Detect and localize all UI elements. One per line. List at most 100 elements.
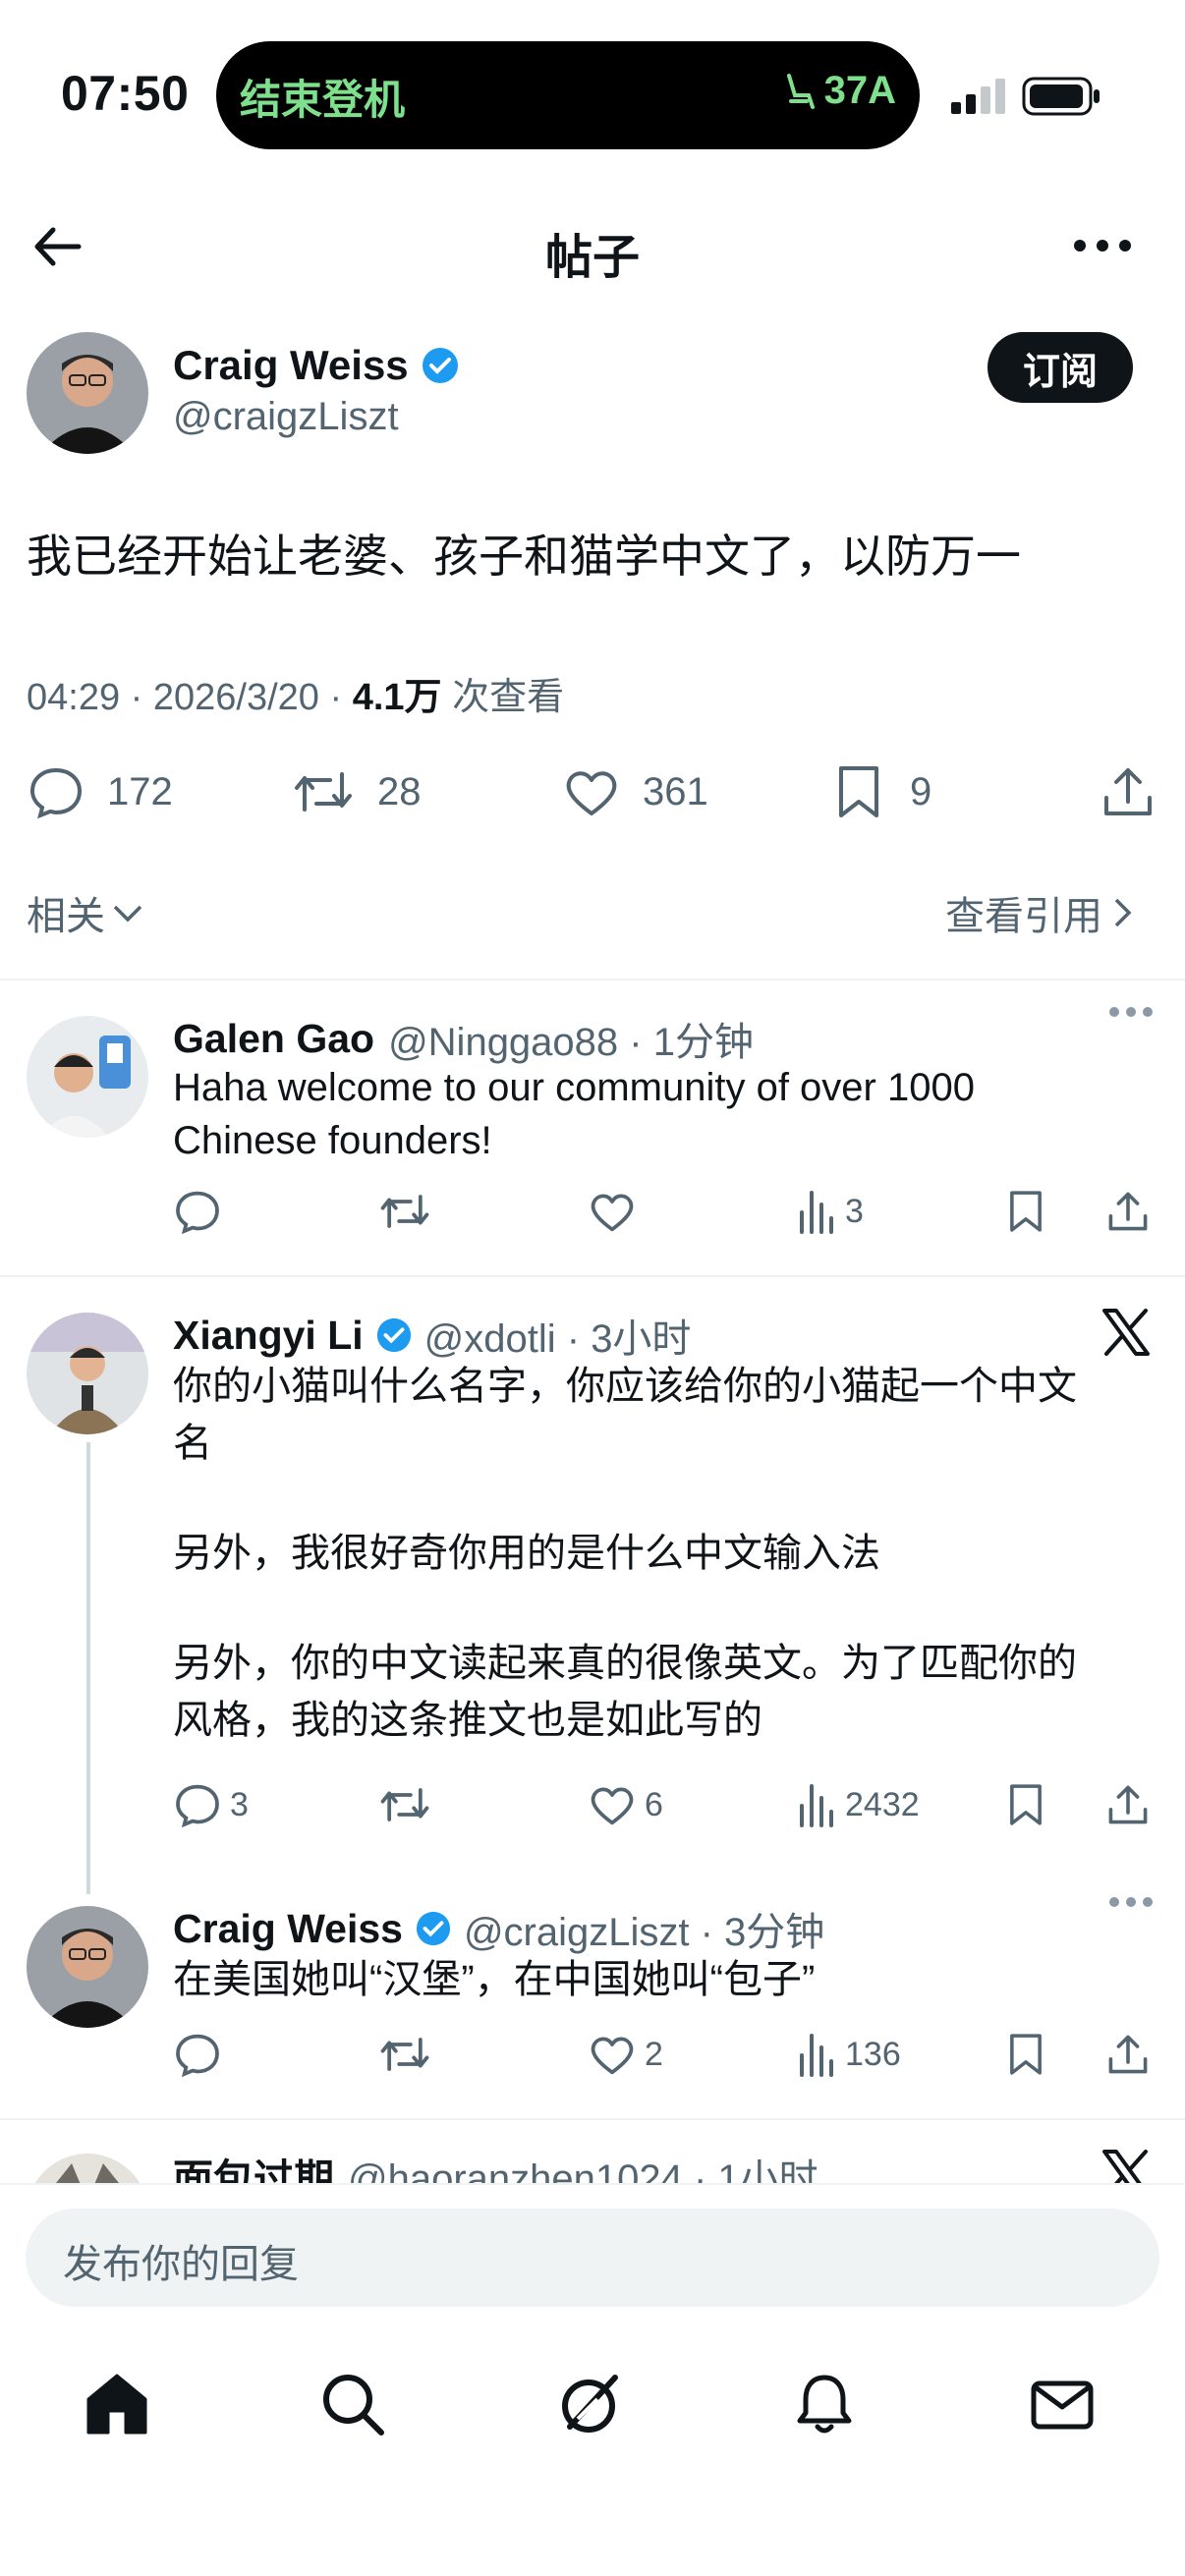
bookmark-stat[interactable]: 9 bbox=[831, 762, 931, 821]
reply-header: Galen Gao @Ninggao88 · 1分钟 bbox=[173, 1010, 754, 1067]
more-options-icon[interactable] bbox=[1073, 239, 1132, 252]
reply-count: 172 bbox=[107, 769, 173, 813]
reply-author-name[interactable]: Galen Gao bbox=[173, 1016, 374, 1062]
reply-header: Craig Weiss @craigzLiszt · 3分钟 bbox=[173, 1900, 824, 1957]
reply-action-repost[interactable] bbox=[377, 2030, 432, 2079]
reply-text: 在美国她叫“汉堡”，在中国她叫“包子” bbox=[173, 1958, 816, 2001]
repost-stat[interactable]: 28 bbox=[291, 762, 422, 821]
reply-action-views[interactable]: 2432 bbox=[798, 1780, 920, 1829]
like-count: 361 bbox=[643, 769, 708, 813]
share-icon[interactable] bbox=[1099, 762, 1157, 821]
reply-action-repost[interactable] bbox=[377, 1780, 432, 1829]
island-seat: 37A bbox=[781, 69, 896, 113]
author-avatar[interactable] bbox=[27, 332, 148, 454]
reply-input[interactable]: 发布你的回复 bbox=[26, 2209, 1159, 2307]
repost-count: 28 bbox=[377, 769, 422, 813]
reply-avatar[interactable] bbox=[27, 1016, 148, 1138]
reply-action-like[interactable]: 6 bbox=[588, 1780, 663, 1829]
reply-handle[interactable]: @xdotli · 3小时 bbox=[424, 1307, 692, 1364]
reply-author-name[interactable]: Craig Weiss bbox=[173, 1906, 403, 1952]
related-dropdown[interactable]: 相关 bbox=[27, 884, 144, 941]
repost-icon bbox=[377, 1780, 432, 1829]
tab-grok-icon[interactable] bbox=[554, 2370, 623, 2438]
reply-icon bbox=[173, 1187, 222, 1236]
bookmark-count: 9 bbox=[910, 769, 932, 813]
reply-action-share[interactable] bbox=[1104, 2030, 1152, 2079]
reply-avatar[interactable] bbox=[27, 1906, 148, 2028]
reply-like-count: 2 bbox=[645, 2035, 663, 2073]
reply-action-views[interactable]: 3 bbox=[798, 1187, 864, 1236]
heart-icon bbox=[562, 762, 621, 821]
status-time: 07:50 bbox=[61, 66, 190, 121]
author-name[interactable]: Craig Weiss bbox=[173, 342, 409, 389]
chevron-right-icon bbox=[1112, 896, 1134, 929]
reply-views-count: 2432 bbox=[845, 1785, 920, 1823]
views-chart-icon bbox=[798, 1187, 837, 1236]
tab-search-icon[interactable] bbox=[318, 2370, 387, 2438]
view-quotes-link[interactable]: 查看引用 bbox=[945, 884, 1134, 941]
post-timestamp: 04:29 · 2026/3/20 · bbox=[27, 677, 353, 718]
reply-action-bookmark[interactable] bbox=[1004, 1187, 1047, 1236]
reply-author-name[interactable]: 面包过期 bbox=[173, 2146, 334, 2183]
reply-text-line: 你的小猫叫什么名字，你应该给你的小猫起一个中文 bbox=[173, 1365, 1077, 1408]
views-count[interactable]: 4.1万 bbox=[353, 677, 442, 718]
x-logo-icon bbox=[1100, 2148, 1152, 2183]
bookmark-icon bbox=[831, 762, 886, 821]
subscribe-button[interactable]: 订阅 bbox=[988, 332, 1133, 403]
related-label: 相关 bbox=[27, 895, 105, 938]
reply-handle[interactable]: @craigzLiszt · 3分钟 bbox=[464, 1900, 824, 1957]
reply-action-comment[interactable] bbox=[173, 2030, 222, 2079]
reply-comment-count: 3 bbox=[230, 1785, 249, 1823]
reply-action-views[interactable]: 136 bbox=[798, 2030, 901, 2079]
reply-views-count: 3 bbox=[845, 1192, 864, 1230]
seat-icon bbox=[781, 72, 817, 111]
clipped-reply[interactable]: 面包过期 @haoranzhen1024 · 1小时 bbox=[0, 2120, 1185, 2183]
reply-action-comment[interactable]: 3 bbox=[173, 1780, 249, 1829]
reply-text-line: 另外，你的中文读起来真的很像英文。为了匹配你的 bbox=[173, 1642, 1077, 1685]
divider bbox=[0, 979, 1185, 980]
reply-stat[interactable]: 172 bbox=[27, 762, 173, 821]
bookmark-icon bbox=[1004, 2030, 1047, 2079]
reply-more-icon[interactable] bbox=[1108, 1896, 1154, 1908]
reply-action-repost[interactable] bbox=[377, 1187, 432, 1236]
reply-action-share[interactable] bbox=[1104, 1187, 1152, 1236]
reply-action-bookmark[interactable] bbox=[1004, 2030, 1047, 2079]
reply-handle[interactable]: @Ninggao88 · 1分钟 bbox=[388, 1010, 754, 1067]
reply-icon bbox=[173, 1780, 222, 1829]
chevron-down-icon bbox=[111, 901, 144, 924]
repost-icon bbox=[291, 762, 356, 821]
reply-text-line: 名 bbox=[173, 1422, 212, 1465]
dynamic-island[interactable]: 结束登机 37A bbox=[216, 41, 920, 149]
reply-text-line: 另外，我很好奇你用的是什么中文输入法 bbox=[173, 1532, 880, 1575]
composer-divider bbox=[0, 2183, 1185, 2185]
author-handle[interactable]: @craigzLiszt bbox=[173, 395, 399, 439]
reply-avatar[interactable] bbox=[27, 1313, 148, 1434]
thread-line bbox=[86, 1442, 90, 1894]
heart-icon bbox=[588, 1187, 637, 1236]
like-stat[interactable]: 361 bbox=[562, 762, 708, 821]
reply-action-comment[interactable] bbox=[173, 1187, 222, 1236]
repost-icon bbox=[377, 2030, 432, 2079]
tab-messages-icon[interactable] bbox=[1028, 2370, 1097, 2438]
view-quotes-label: 查看引用 bbox=[945, 895, 1102, 938]
reply-action-share[interactable] bbox=[1104, 1780, 1152, 1829]
reply-icon bbox=[27, 762, 85, 821]
reply-action-like[interactable]: 2 bbox=[588, 2030, 663, 2079]
signal-icon bbox=[951, 77, 1006, 116]
reply-avatar[interactable] bbox=[27, 2154, 148, 2183]
divider bbox=[0, 1275, 1185, 1277]
reply-more-icon[interactable] bbox=[1108, 1006, 1154, 1018]
tab-notifications-icon[interactable] bbox=[790, 2370, 859, 2438]
share-icon bbox=[1104, 2030, 1152, 2079]
seat-number: 37A bbox=[823, 69, 896, 112]
post-meta: 04:29 · 2026/3/20 · 4.1万 次查看 bbox=[27, 666, 564, 720]
reply-handle[interactable]: @haoranzhen1024 · 1小时 bbox=[348, 2147, 818, 2183]
x-logo-icon bbox=[1100, 1307, 1152, 1358]
island-boarding-text: 结束登机 bbox=[240, 77, 406, 123]
reply-action-bookmark[interactable] bbox=[1004, 1780, 1047, 1829]
tab-home-icon[interactable] bbox=[83, 2370, 151, 2438]
reply-action-like[interactable] bbox=[588, 1187, 637, 1236]
post-text: 我已经开始让老婆、孩子和猫学中文了，以防万一 bbox=[27, 531, 1021, 582]
reply-author-name[interactable]: Xiangyi Li bbox=[173, 1313, 364, 1359]
bookmark-icon bbox=[1004, 1187, 1047, 1236]
